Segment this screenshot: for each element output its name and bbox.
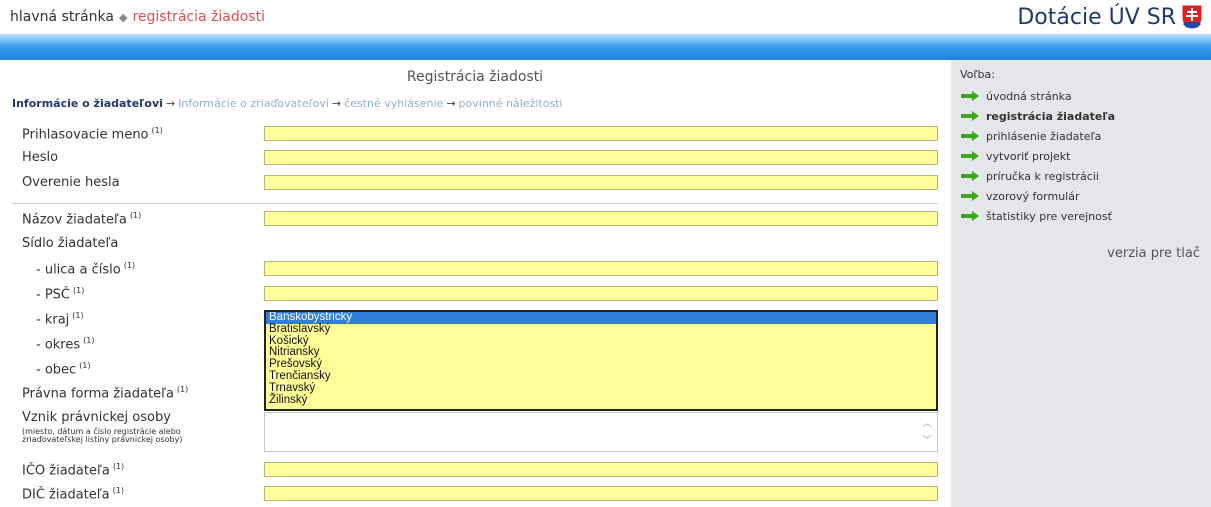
sidebar-item-label: registrácia žiadateľa [986, 109, 1116, 123]
sidebar-item-label: štatistiky pre verejnosť [986, 209, 1112, 223]
origin-textarea[interactable]: ︿ ﹀ [264, 412, 938, 452]
arrow-right-icon [961, 211, 979, 221]
breadcrumb-separator-icon: ◆ [118, 11, 128, 24]
dic-label: DIČ žiadateľa (1) [22, 486, 124, 503]
required-mark: (1) [176, 385, 189, 394]
sidebar-item-manual[interactable]: príručka k registrácii [961, 166, 1115, 186]
required-mark: (1) [112, 486, 124, 495]
kraj-option[interactable]: Banskobystrický [266, 312, 936, 324]
kraj-listbox[interactable]: Banskobystrický Bratislavský Košický Nit… [264, 310, 938, 411]
scroll-up-icon[interactable]: ︿ [921, 416, 933, 433]
login-input[interactable] [264, 126, 938, 141]
sidebar-menu: úvodná stránka registrácia žiadateľa pri… [961, 86, 1115, 226]
required-mark: (1) [151, 126, 163, 135]
step-arrow-icon: → [165, 97, 176, 110]
print-version-link[interactable]: verzia pre tlač [1107, 246, 1200, 261]
scroll-down-icon[interactable]: ﹀ [921, 433, 933, 450]
sidebar-item-label: úvodná stránka [986, 89, 1072, 103]
psc-input[interactable] [264, 286, 938, 301]
password-confirm-label: Overenie hesla [22, 175, 120, 190]
kraj-option[interactable]: Košický [266, 335, 936, 348]
required-mark: (1) [123, 261, 136, 270]
origin-label: Vznik právnickej osoby [22, 410, 171, 425]
arrow-right-icon [961, 111, 979, 121]
sidebar-item-label: prihlásenie žiadateľa [986, 129, 1102, 143]
origin-note: (miesto, dátum a číslo registrácie alebo… [22, 427, 183, 444]
step-declaration[interactable]: čestné vyhlásenie [344, 97, 443, 110]
step-requirements[interactable]: povinné náležitosti [459, 97, 563, 110]
sidebar-item-label: vytvoriť projekt [986, 149, 1071, 163]
step-arrow-icon: → [446, 97, 456, 110]
kraj-option[interactable]: Trenčiansky [266, 370, 936, 383]
required-mark: (1) [112, 462, 125, 471]
kraj-option[interactable]: Žilinský [266, 394, 936, 407]
sidebar-item-sample-form[interactable]: vzorový formulár [961, 186, 1115, 206]
sidebar-item-login[interactable]: prihlásenie žiadateľa [961, 126, 1115, 146]
registration-form: Registrácia žiadosti Informácie o žiadat… [0, 60, 950, 507]
breadcrumb-current: registrácia žiadosti [132, 9, 265, 25]
arrow-right-icon [961, 151, 979, 161]
breadcrumb: hlavná stránka ◆ registrácia žiadosti [10, 9, 265, 25]
password-input[interactable] [264, 150, 938, 165]
street-label: - ulica a číslo (1) [36, 261, 136, 278]
brand: Dotácie ÚV SR [1017, 4, 1203, 30]
top-bar: hlavná stránka ◆ registrácia žiadosti Dotá… [0, 0, 1211, 34]
brand-title: Dotácie ÚV SR [1017, 4, 1176, 30]
sidebar-item-statistics[interactable]: štatistiky pre verejnosť [961, 206, 1115, 226]
ico-label: IČO žiadateľa (1) [22, 462, 125, 479]
sidebar-item-intro[interactable]: úvodná stránka [961, 86, 1115, 106]
breadcrumb-home-link[interactable]: hlavná stránka [10, 9, 114, 25]
arrow-right-icon [961, 191, 979, 201]
password-label: Heslo [22, 150, 59, 165]
kraj-option[interactable]: Bratislavský [266, 323, 936, 336]
applicant-name-input[interactable] [264, 211, 938, 226]
password-confirm-input[interactable] [264, 175, 938, 190]
required-mark: (1) [79, 361, 91, 370]
kraj-option[interactable]: Nitriansky [266, 347, 936, 359]
kraj-option[interactable]: Trnavský [266, 382, 936, 395]
divider [12, 203, 938, 204]
textarea-scrollbar[interactable]: ︿ ﹀ [921, 416, 933, 450]
street-input[interactable] [264, 261, 938, 276]
step-founder-info[interactable]: Informácie o zriaďovateľovi [178, 97, 329, 110]
arrow-right-icon [961, 171, 979, 181]
sidebar-item-create-project[interactable]: vytvoriť projekt [961, 146, 1115, 166]
required-mark: (1) [83, 336, 95, 345]
header-band [0, 34, 1211, 60]
required-mark: (1) [129, 211, 142, 220]
applicant-name-label: Názov žiadateľa (1) [22, 211, 142, 228]
step-arrow-icon: → [331, 97, 342, 110]
kraj-option[interactable]: Prešovský [266, 358, 936, 371]
wizard-steps: Informácie o žiadateľovi → Informácie o zr… [12, 97, 563, 110]
seat-label: Sídlo žiadateľa [22, 236, 119, 251]
sidebar-item-label: príručka k registrácii [986, 169, 1099, 183]
arrow-right-icon [961, 131, 979, 141]
step-applicant-info: Informácie o žiadateľovi [12, 97, 163, 110]
obec-label: - obec (1) [36, 361, 91, 378]
kraj-label: - kraj (1) [36, 311, 84, 328]
sidebar-item-label: vzorový formulár [986, 189, 1080, 203]
arrow-right-icon [961, 91, 979, 101]
login-label: Prihlasovacie meno (1) [22, 126, 163, 143]
psc-label: - PSČ (1) [36, 286, 85, 303]
sidebar-heading: Voľba: [960, 68, 995, 81]
legal-form-label: Právna forma žiadateľa (1) [22, 385, 189, 402]
required-mark: (1) [72, 311, 84, 320]
required-mark: (1) [73, 286, 85, 295]
sidebar-item-registration[interactable]: registrácia žiadateľa [961, 106, 1115, 126]
form-title: Registrácia žiadosti [406, 69, 544, 85]
dic-input[interactable] [264, 486, 938, 501]
slovak-coat-of-arms-icon [1181, 4, 1203, 30]
sidebar: Voľba: úvodná stránka registrácia žiadat… [951, 60, 1211, 507]
ico-input[interactable] [264, 462, 938, 477]
okres-label: - okres (1) [36, 336, 95, 353]
